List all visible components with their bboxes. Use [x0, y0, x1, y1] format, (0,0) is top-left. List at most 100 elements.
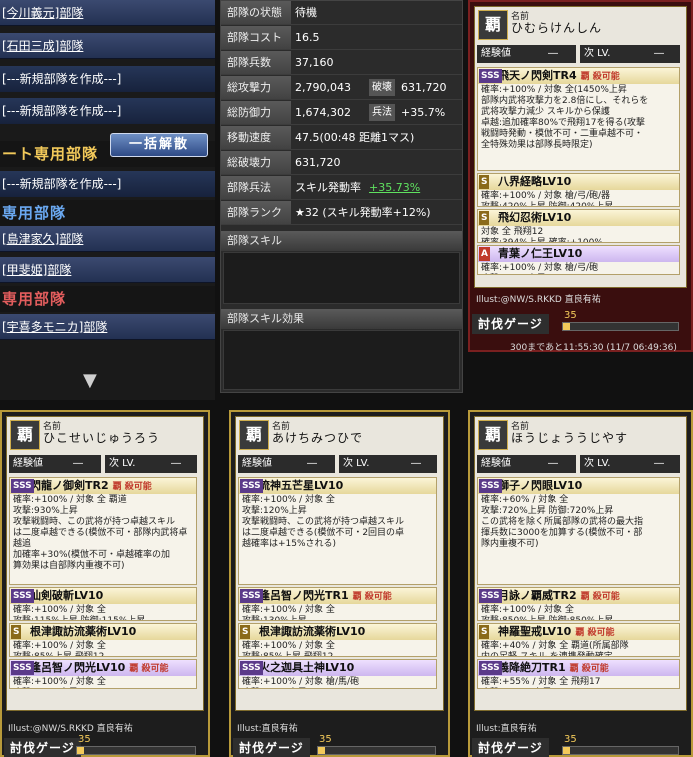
unit-link[interactable]: [島津家久]部隊	[0, 226, 215, 252]
skill-title: A 青葉ノ仁王LV10	[478, 246, 679, 262]
skill-description: 確率:+100% / 対象 全 覇道 攻撃:930%上昇 攻撃戦闘時、この武将が…	[13, 495, 188, 571]
general-name: ほうじょううじやす	[511, 431, 629, 445]
exp-label: 経験値	[477, 45, 576, 63]
skill-card[interactable]: S 根津諏訪流薬術LV10 確率:+100% / 対象 全 攻撃:85%上昇 飛翔1…	[238, 623, 437, 657]
enhance-possible-tag: 覇 殺可能	[352, 592, 392, 602]
skill-rank-badge: SSS	[11, 479, 34, 493]
unit-link[interactable]: [今川義元]部隊	[0, 0, 215, 26]
gauge-value: 35	[319, 734, 332, 745]
skill-description: 確率:+100% / 対象 槍/弓/砲/器 攻撃:420%上昇 防御:420%上…	[481, 191, 614, 207]
skill-card[interactable]: SSS 仙剣破斬LV10 確率:+100% / 対象 全 攻撃:115%上昇 防御:…	[9, 587, 197, 621]
skill-name: 獅子ノ閃眼LV10	[498, 479, 583, 492]
card-inner: 覇名前 ひむらけんしん 経験値 ― 次 LV. ― SSS 飛天ノ閃剣TR4 覇 殺可能 確率:+…	[474, 6, 687, 288]
skill-rank-badge: SSS	[479, 479, 502, 493]
exp-label: 経験値	[477, 455, 576, 473]
skill-card[interactable]: SSS 獅子ノ閃眼LV10 確率:+60% / 対象 全 攻撃:720%上昇 防御:…	[477, 477, 680, 585]
unit-list-panel: [今川義元]部隊 [石田三成]部隊 [---新規部隊を作成---] [---新規部隊を…	[0, 0, 215, 400]
general-card[interactable]: 覇名前 ほうじょううじやす 経験値 ― 次 LV. ― SSS 獅子ノ閃眼LV10 確率:+60…	[468, 410, 693, 757]
bulk-disband-button[interactable]: 一括解散	[110, 133, 208, 157]
skill-title: SSS 閃龍ノ御剣TR2 覇 殺可能	[10, 478, 196, 494]
skill-title: SSS 逢呂智ノ閃光TR1 覇 殺可能	[239, 588, 436, 604]
skill-description: 対象 全 飛翔12 確率:394%上昇 確率:+100%	[481, 227, 603, 243]
stat-value: 2,790,043	[295, 81, 351, 94]
skill-name: 流神五芒星LV10	[259, 479, 344, 492]
skill-name: 八界経略LV10	[498, 175, 572, 188]
illustrator-credit: Illust:@NW/S.RKKD 直良有祐	[8, 724, 133, 734]
subjugation-gauge-bar	[317, 746, 436, 755]
create-unit-link[interactable]: [---新規部隊を作成---]	[0, 66, 215, 92]
gauge-value: 35	[78, 734, 91, 745]
skill-title: SSS 義降絶刀TR1 覇 殺可能	[478, 660, 679, 676]
enhance-possible-tag: 覇 殺可能	[580, 72, 620, 82]
unit-link[interactable]: [石田三成]部隊	[0, 33, 215, 59]
skill-card[interactable]: SSS 閃龍ノ御剣TR2 覇 殺可能 確率:+100% / 対象 全 覇道 攻撃:93…	[9, 477, 197, 585]
exp-value: ―	[548, 48, 558, 59]
skill-rank-badge: SSS	[479, 589, 502, 603]
stat-subvalue: +35.7%	[401, 106, 446, 119]
stat-row: 総防御力 1,674,302 兵法 +35.7%	[221, 101, 462, 125]
skill-card[interactable]: SSS 流神五芒星LV10 確率:+100% / 対象 全 攻撃:120%上昇 攻撃…	[238, 477, 437, 585]
skill-card[interactable]: S 根津諏訪流薬術LV10 確率:+100% / 対象 全 攻撃:85%上昇 飛翔1…	[9, 623, 197, 657]
next-level-value: ―	[654, 48, 664, 59]
next-level-label: 次 LV.	[105, 455, 197, 473]
general-name: あけちみつひで	[272, 431, 364, 445]
card-inner: 覇名前 あけちみつひで 経験値 ― 次 LV. ― SSS 流神五芒星LV10 確率:+100%…	[235, 416, 444, 711]
create-unit-link[interactable]: [---新規部隊を作成---]	[0, 171, 215, 197]
skill-card[interactable]: S 八界経略LV10 確率:+100% / 対象 槍/弓/砲/器 攻撃:420%上昇…	[477, 173, 680, 207]
skill-name: 義降絶刀TR1	[498, 661, 566, 674]
exp-value: ―	[307, 458, 317, 469]
skill-card[interactable]: SSS 飛天ノ閃剣TR4 覇 殺可能 確率:+100% / 対象 全(1450%上昇 …	[477, 67, 680, 171]
skill-title: S 飛幻忍術LV10	[478, 210, 679, 226]
create-unit-link[interactable]: [---新規部隊を作成---]	[0, 98, 215, 124]
skill-card[interactable]: A 青葉ノ仁王LV10 確率:+100% / 対象 槍/弓/砲 攻撃:132%上昇	[477, 245, 680, 275]
skill-title: SSS 逢呂智ノ閃光LV10 覇 殺可能	[10, 660, 196, 676]
card-inner: 覇名前 ほうじょううじやす 経験値 ― 次 LV. ― SSS 獅子ノ閃眼LV10 確率:+60…	[474, 416, 687, 711]
unit-link[interactable]: [甲斐姫]部隊	[0, 257, 215, 283]
skill-title: SSS 獅子ノ閃眼LV10	[478, 478, 679, 494]
skill-card[interactable]: SSS 月詠ノ覇威TR2 覇 殺可能確率:+100% / 対象 全 攻撃:850%上…	[477, 587, 680, 621]
skill-card[interactable]: S 神羅聖戒LV10 覇 殺可能 確率:+40% / 対象 全 覇道(所属部隊 内の足…	[477, 623, 680, 657]
skill-card[interactable]: SSS義降絶刀TR1覇 殺可能確率:+55% / 対象 全 飛翔17 攻撃:11…	[477, 659, 680, 689]
general-card[interactable]: 覇名前 ひこせいじゅうろう 経験値 ― 次 LV. ― SSS 閃龍ノ御剣TR2 覇 殺可能 確率…	[0, 410, 210, 757]
skill-name: 青葉ノ仁王LV10	[498, 247, 583, 260]
skill-card[interactable]: SSS火之迦具土神LV10確率:+100% / 対象 槍/馬/砲 攻撃:130%…	[238, 659, 437, 689]
skill-description: 確率:+100% / 対象 全 攻撃:850%上昇 防御:850%上昇	[481, 605, 614, 621]
stat-value: 47.5(00:48 距離1マス)	[295, 131, 415, 144]
general-card[interactable]: 覇名前 あけちみつひで 経験値 ― 次 LV. ― SSS 流神五芒星LV10 確率:+100%…	[229, 410, 450, 757]
skill-card[interactable]: SSS 逢呂智ノ閃光TR1 覇 殺可能 確率:+100% / 対象 全 攻撃:130%…	[238, 587, 437, 621]
unit-link[interactable]: [宇喜多モニカ]部隊	[0, 314, 215, 340]
skill-title: SSS 流神五芒星LV10	[239, 478, 436, 494]
enhance-possible-tag: 覇 殺可能	[112, 482, 152, 492]
skill-rank-badge: A	[479, 247, 490, 261]
skill-description: 確率:+100% / 対象 全 攻撃:85%上昇 飛翔12	[242, 641, 335, 657]
subjugation-gauge-label: 討伐ゲージ	[233, 738, 310, 757]
next-level-label: 次 LV.	[339, 455, 437, 473]
emblem-icon: 覇	[10, 420, 40, 450]
skill-rank-badge: SSS	[479, 69, 502, 83]
skill-title: S 神羅聖戒LV10 覇 殺可能	[478, 624, 679, 640]
stat-key: 総防御力	[221, 101, 291, 124]
unit-skill-effect-header: 部隊スキル効果	[221, 309, 462, 329]
skill-rank-badge: S	[479, 175, 490, 189]
stat-key: 部隊コスト	[221, 26, 291, 49]
general-card-leader[interactable]: 覇名前 ひむらけんしん 経験値 ― 次 LV. ― SSS 飛天ノ閃剣TR4 覇 殺可能 確率:+…	[468, 0, 693, 353]
skill-rank-badge: S	[479, 625, 490, 639]
scroll-down-arrow-icon[interactable]: ▼	[83, 370, 97, 391]
stat-row: 総攻撃力 2,790,043 破壊 631,720	[221, 76, 462, 100]
skill-rank-badge: SSS	[240, 479, 263, 493]
skill-name: 根津諏訪流薬術LV10	[259, 625, 366, 638]
skill-description: 確率:+100% / 対象 全 攻撃:85%上昇 飛翔12	[13, 641, 106, 657]
emblem-icon: 覇	[478, 10, 508, 40]
stat-key: 部隊兵数	[221, 51, 291, 74]
enhance-possible-tag: 覇 殺可能	[580, 592, 620, 602]
skill-card[interactable]: SSS逢呂智ノ閃光LV10覇 殺可能確率:+100% / 対象 全 攻撃:150…	[9, 659, 197, 689]
exp-value: ―	[73, 458, 83, 469]
skill-name: 月詠ノ覇威TR2	[498, 589, 577, 602]
emblem-icon: 覇	[239, 420, 269, 450]
stat-value: ★32 (スキル発動率+12%)	[295, 206, 431, 219]
illustrator-credit: Illust:@NW/S.RKKD 直良有祐	[476, 295, 601, 305]
skill-description: 確率:+100% / 対象 槍/馬/砲 攻撃:130%上昇	[242, 677, 359, 687]
skill-card[interactable]: S 飛幻忍術LV10 対象 全 飛翔12 確率:394%上昇 確率:+100%	[477, 209, 680, 243]
stat-value: 16.5	[295, 31, 320, 44]
subjugation-gauge-bar	[76, 746, 196, 755]
